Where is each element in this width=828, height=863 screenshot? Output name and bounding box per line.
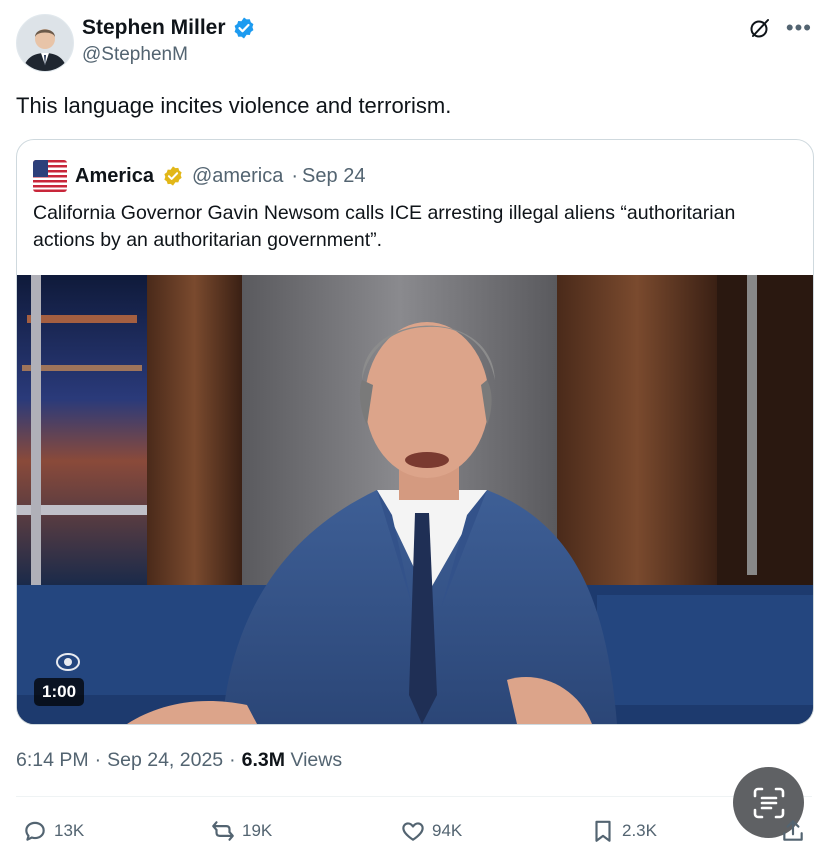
author-name[interactable]: Stephen Miller	[82, 16, 226, 40]
video-thumbnail	[17, 275, 813, 724]
verified-badge-icon	[234, 17, 253, 39]
more-options-icon[interactable]: •••	[786, 17, 812, 39]
reply-button[interactable]: 13K	[22, 818, 84, 844]
like-count: 94K	[432, 821, 463, 840]
quoted-author-name[interactable]: America	[75, 165, 154, 188]
text-scan-icon	[753, 787, 784, 818]
bookmark-count: 2.3K	[622, 821, 657, 840]
author-handle[interactable]: @StephenM	[82, 44, 188, 66]
reply-icon	[25, 821, 45, 841]
bookmark-icon	[595, 820, 611, 842]
view-count[interactable]: 6.3M	[242, 749, 285, 771]
repost-icon	[212, 821, 234, 841]
us-flag-avatar[interactable]	[33, 160, 67, 192]
tweet-timestamp: 6:14 PM · Sep 24, 2025 · 6.3M Views	[16, 749, 342, 772]
reply-count: 13K	[54, 821, 85, 840]
post-date[interactable]: Sep 24, 2025	[107, 749, 223, 772]
quoted-tweet[interactable]: America @america · Sep 24 California Gov…	[16, 139, 814, 725]
video-player[interactable]: 1:00	[17, 275, 813, 724]
quoted-author-handle[interactable]: @america	[192, 165, 283, 188]
divider	[16, 796, 812, 797]
meta-separator: ·	[229, 749, 236, 771]
quoted-separator: ·	[291, 164, 299, 187]
meta-separator: ·	[94, 749, 102, 771]
repost-count: 19K	[242, 821, 273, 840]
author-avatar[interactable]	[16, 14, 74, 72]
action-bar: 13K 19K 94K 2.3K	[0, 812, 828, 852]
bookmark-button[interactable]: 2.3K	[590, 818, 657, 844]
eye-icon	[56, 653, 80, 671]
quoted-text: California Governor Gavin Newsom calls I…	[33, 202, 736, 251]
tweet-header: Stephen Miller @StephenM •••	[16, 12, 812, 72]
quoted-date[interactable]: Sep 24	[302, 165, 365, 188]
gold-verified-badge-icon	[164, 166, 182, 186]
post-time[interactable]: 6:14 PM	[16, 749, 89, 772]
like-button[interactable]: 94K	[400, 818, 462, 844]
share-icon[interactable]	[780, 818, 806, 844]
repost-button[interactable]: 19K	[210, 818, 272, 844]
views-label: Views	[290, 749, 343, 771]
grok-icon[interactable]	[748, 16, 772, 40]
video-duration-badge: 1:00	[34, 678, 85, 706]
tweet-text: This language incites violence and terro…	[16, 93, 452, 118]
heart-icon	[402, 822, 424, 841]
